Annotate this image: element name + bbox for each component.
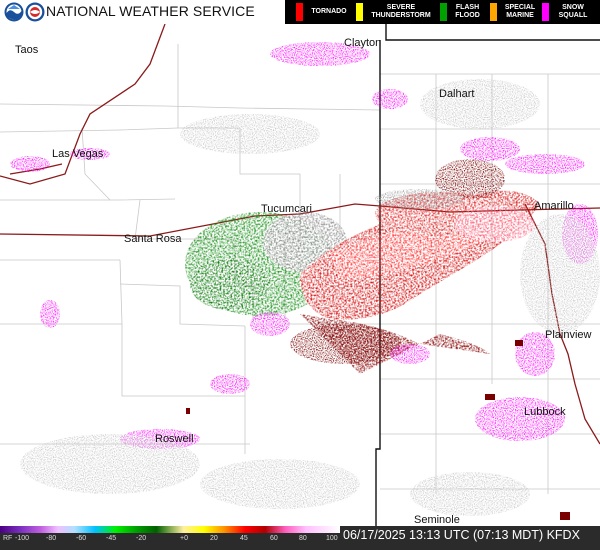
snow-squall-swatch — [542, 3, 549, 21]
scale-tick: -60 — [76, 535, 87, 542]
city-santa-rosa: Santa Rosa — [124, 233, 182, 245]
scale-tick: 45 — [240, 535, 248, 542]
scale-tick: 20 — [210, 535, 218, 542]
legend-label-special-marine: SPECIAL MARINE — [504, 4, 536, 19]
special-marine-swatch — [490, 3, 497, 21]
scale-tick: 60 — [270, 535, 278, 542]
scale-tick: -80 — [46, 535, 57, 542]
flash-flood-swatch — [440, 3, 447, 21]
city-roswell: Roswell — [155, 433, 194, 445]
city-clayton: Clayton — [344, 37, 382, 49]
city-taos: Taos — [15, 44, 39, 56]
scale-tick: 100 — [326, 535, 338, 542]
legend-label-tornado: TORNADO — [311, 8, 347, 15]
agency-title: NATIONAL WEATHER SERVICE — [46, 3, 255, 19]
legend-tornado: TORNADO — [296, 0, 354, 24]
tornado-swatch — [296, 3, 303, 21]
legend-label-flash-flood: FLASH FLOOD — [455, 4, 480, 19]
legend-special-marine: SPECIAL MARINE — [490, 0, 543, 24]
legend-label-severe-thunderstorm: SEVERE THUNDERSTORM — [371, 4, 431, 19]
city-lubbock: Lubbock — [524, 406, 566, 418]
logo-area: NATIONAL WEATHER SERVICE — [0, 0, 285, 24]
header-bar: NATIONAL WEATHER SERVICE TORNADO SEVERE … — [0, 0, 600, 24]
scale-tick: -45 — [106, 535, 117, 542]
scale-tick: 80 — [299, 535, 307, 542]
reflectivity-color-bar — [0, 526, 340, 533]
scale-tick: -20 — [136, 535, 147, 542]
city-seminole: Seminole — [414, 514, 460, 526]
radar-timestamp: 06/17/2025 13:13 UTC (07:13 MDT) KFDX — [343, 528, 580, 542]
city-tucumcari: Tucumcari — [261, 203, 312, 215]
scale-prefix: RF — [3, 535, 13, 542]
legend-flash-flood: FLASH FLOOD — [440, 0, 490, 24]
city-plainview: Plainview — [545, 329, 592, 341]
radar-returns — [10, 42, 600, 520]
city-dalhart: Dalhart — [439, 88, 475, 100]
city-amarillo: Amarillo — [534, 200, 574, 212]
legend-severe-thunderstorm: SEVERE THUNDERSTORM — [356, 0, 438, 24]
city-las-vegas: Las Vegas — [52, 148, 104, 160]
scale-tick: -100 — [15, 535, 30, 542]
noaa-logo-icon — [4, 2, 24, 22]
scale-tick: +0 — [180, 535, 188, 542]
radar-viewer: NATIONAL WEATHER SERVICE TORNADO SEVERE … — [0, 0, 600, 550]
map-canvas — [0, 24, 600, 526]
severe-thunderstorm-swatch — [356, 3, 363, 21]
legend-snow-squall: SNOW SQUALL — [542, 0, 600, 24]
legend-label-snow-squall: SNOW SQUALL — [558, 4, 588, 19]
radar-map[interactable]: Taos Clayton Dalhart Las Vegas Tucumcari… — [0, 24, 600, 526]
nws-logo-icon — [25, 2, 45, 22]
bottom-bar: RF -100 -80 -60 -45 -20 +0 20 45 60 80 1… — [0, 526, 600, 550]
scale-labels: RF -100 -80 -60 -45 -20 +0 20 45 60 80 1… — [0, 535, 340, 547]
